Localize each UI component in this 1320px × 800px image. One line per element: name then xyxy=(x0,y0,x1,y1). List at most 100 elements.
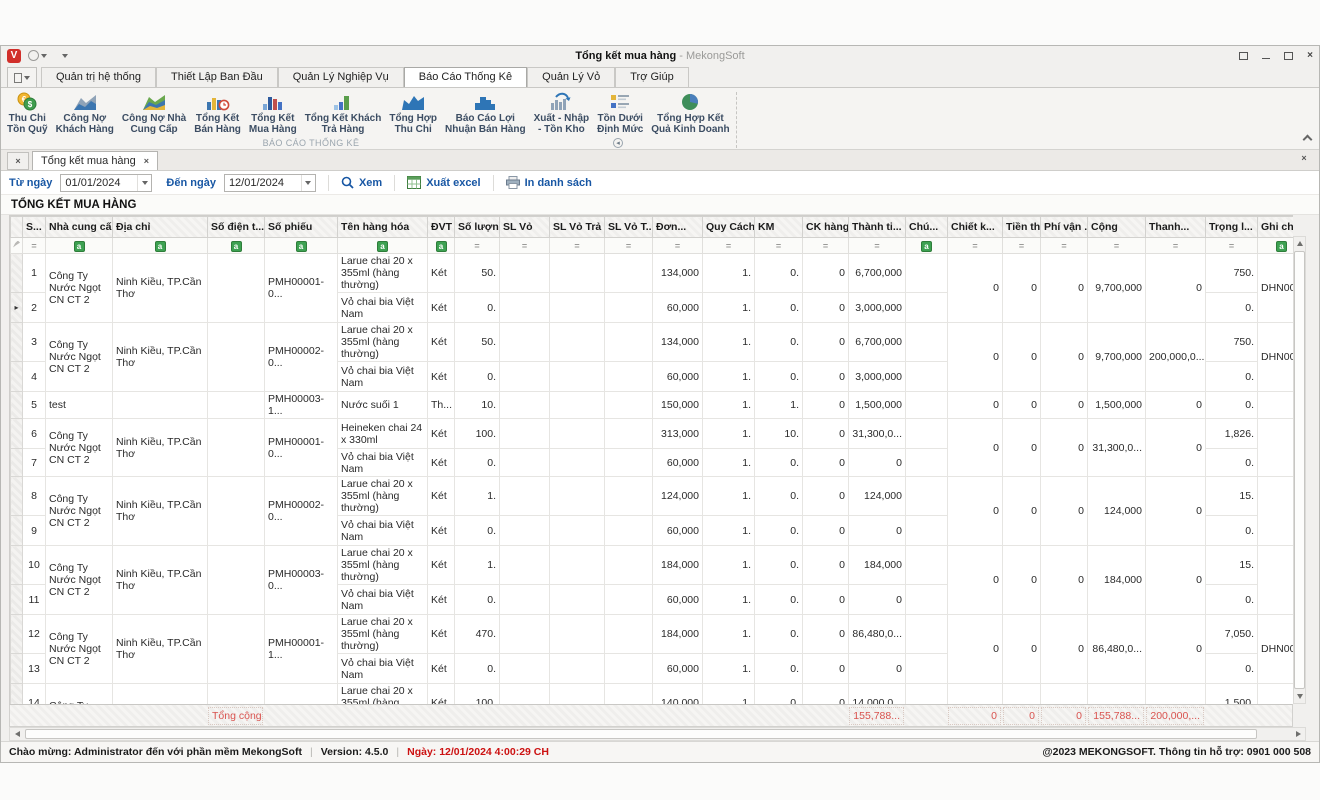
filter-cell-dvt[interactable]: a xyxy=(428,238,455,254)
tab-quan-tri-he-thong[interactable]: Quản trị hệ thống xyxy=(41,67,156,87)
minimize-button[interactable] xyxy=(1262,58,1270,59)
print-list-button[interactable]: In danh sách xyxy=(506,176,592,189)
table-row[interactable]: 14Công Ty Nước Ngọt CN CT 2Ninh Kiều, TP… xyxy=(11,684,1294,705)
table-row[interactable]: 1Công Ty Nước Ngọt CN CT 2Ninh Kiều, TP.… xyxy=(11,254,1294,293)
filter-cell-product[interactable]: a xyxy=(338,238,428,254)
column-header-slvo[interactable]: SL Vỏ xyxy=(500,217,550,238)
export-excel-button[interactable]: Xuất excel xyxy=(407,176,480,189)
document-tab-tong-ket-mua-hang[interactable]: Tổng kết mua hàng × xyxy=(32,151,158,170)
ribbon-item-bao-cao-loi-nhuan-ban-hang[interactable]: Báo Cáo LợiNhuận Bán Hàng xyxy=(441,90,530,136)
ribbon-group-options-button[interactable]: ◂ xyxy=(613,138,623,148)
quick-access-button[interactable] xyxy=(28,50,47,61)
filter-cell-price[interactable]: = xyxy=(653,238,703,254)
column-header-paid[interactable]: Thanh... xyxy=(1146,217,1206,238)
filter-cell-address[interactable]: a xyxy=(113,238,208,254)
filter-cell-qty[interactable]: = xyxy=(455,238,500,254)
tab-quan-ly-nghiep-vu[interactable]: Quản Lý Nghiệp Vụ xyxy=(278,67,404,87)
scroll-down-arrow[interactable] xyxy=(1294,690,1305,703)
column-header-phone[interactable]: Số điện t... xyxy=(208,217,265,238)
column-header-tax[interactable]: Tiền thuế xyxy=(1003,217,1041,238)
tab-tro-giup[interactable]: Trợ Giúp xyxy=(615,67,688,87)
filter-cell-cong[interactable]: = xyxy=(1088,238,1146,254)
filter-cell-phieu[interactable]: a xyxy=(265,238,338,254)
column-header-ind[interactable] xyxy=(11,217,23,238)
column-header-spec[interactable]: Quy Cách xyxy=(703,217,755,238)
table-row[interactable]: 12Công Ty Nước Ngọt CN CT 2Ninh Kiều, TP… xyxy=(11,615,1294,654)
filter-cell-phone[interactable]: a xyxy=(208,238,265,254)
filter-cell-slvo[interactable]: = xyxy=(500,238,550,254)
filter-cell-supplier[interactable]: a xyxy=(46,238,113,254)
column-header-ship[interactable]: Phí vận ... xyxy=(1041,217,1088,238)
ribbon-item-xuat-nhap-ton-kho[interactable]: Xuất - Nhập- Tồn Kho xyxy=(530,90,594,136)
filter-cell-chu[interactable]: a xyxy=(906,238,948,254)
scroll-up-arrow[interactable] xyxy=(1294,237,1305,250)
dropdown-button[interactable] xyxy=(137,175,151,191)
column-header-discount[interactable]: Chiết k... xyxy=(948,217,1003,238)
view-button[interactable]: Xem xyxy=(341,176,382,189)
close-all-tabs-button[interactable]: × xyxy=(7,152,29,170)
filter-cell-tax[interactable]: = xyxy=(1003,238,1041,254)
ribbon-item-ton-duoi-dinh-muc[interactable]: Tồn DướiĐịnh Mức xyxy=(593,90,647,136)
tab-bao-cao-thong-ke[interactable]: Báo Cáo Thống Kê xyxy=(404,67,527,87)
table-row[interactable]: 3Công Ty Nước Ngọt CN CT 2Ninh Kiều, TP.… xyxy=(11,323,1294,362)
column-header-amount[interactable]: Thành ti... xyxy=(849,217,906,238)
column-header-price[interactable]: Đơn... xyxy=(653,217,703,238)
column-header-ck[interactable]: CK hàng xyxy=(803,217,849,238)
filter-cell-slvotra[interactable]: = xyxy=(550,238,605,254)
filter-cell-amount[interactable]: = xyxy=(849,238,906,254)
ribbon-item-tong-hop-thu-chi[interactable]: Tổng HợpThu Chi xyxy=(385,90,441,136)
table-row[interactable]: 10Công Ty Nước Ngọt CN CT 2Ninh Kiều, TP… xyxy=(11,546,1294,585)
ribbon-item-tong-ket-khach-tra-hang[interactable]: Tổng Kết KháchTrả Hàng xyxy=(301,90,386,136)
column-header-stt[interactable]: S... xyxy=(23,217,46,238)
filter-cell-km[interactable]: = xyxy=(755,238,803,254)
column-header-slvot[interactable]: SL Vỏ T... xyxy=(605,217,653,238)
column-header-weight[interactable]: Trọng l... xyxy=(1206,217,1258,238)
table-row[interactable]: 5testPMH00003-1...Nước suối 1Th...10.150… xyxy=(11,392,1294,419)
ribbon-collapse-chevron[interactable] xyxy=(1303,135,1313,145)
column-header-chu[interactable]: Chú... xyxy=(906,217,948,238)
column-header-product[interactable]: Tên hàng hóa xyxy=(338,217,428,238)
filter-cell-discount[interactable]: = xyxy=(948,238,1003,254)
column-header-note[interactable]: Ghi chú xyxy=(1258,217,1294,238)
vertical-scroll-thumb[interactable] xyxy=(1294,251,1305,689)
column-header-supplier[interactable]: Nhà cung cấp xyxy=(46,217,113,238)
column-header-address[interactable]: Địa chỉ xyxy=(113,217,208,238)
filter-cell-spec[interactable]: = xyxy=(703,238,755,254)
ribbon-item-cong-no-nha-cung-cap[interactable]: Công Nợ NhàCung Cấp xyxy=(118,90,190,136)
filter-cell-paid[interactable]: = xyxy=(1146,238,1206,254)
tab-thiet-lap-ban-dau[interactable]: Thiết Lập Ban Đầu xyxy=(156,67,278,87)
filter-cell-ck[interactable]: = xyxy=(803,238,849,254)
ribbon-item-cong-no-khach-hang[interactable]: Công NợKhách Hàng xyxy=(52,90,118,136)
ribbon-item-tong-hop-ket-qua-kinh-doanh[interactable]: Tổng Hợp KếtQuả Kinh Doanh xyxy=(647,90,733,136)
ribbon-item-tong-ket-ban-hang[interactable]: Tổng KếtBán Hàng xyxy=(190,90,245,136)
column-header-dvt[interactable]: ĐVT xyxy=(428,217,455,238)
filter-cell-stt[interactable]: = xyxy=(23,238,46,254)
tab-quan-ly-vo[interactable]: Quản Lý Vỏ xyxy=(527,67,615,87)
ribbon-item-thu-chi-ton-quy[interactable]: €$ Thu ChiTồn Quỹ xyxy=(3,90,52,136)
horizontal-scrollbar[interactable] xyxy=(9,727,1306,741)
filter-cell-note[interactable]: a xyxy=(1258,238,1294,254)
ribbon-launcher-button[interactable] xyxy=(7,67,37,87)
restore-button[interactable] xyxy=(1284,52,1293,60)
column-header-slvotra[interactable]: SL Vỏ Trả xyxy=(550,217,605,238)
horizontal-scroll-thumb[interactable] xyxy=(25,729,1257,739)
column-header-phieu[interactable]: Số phiếu xyxy=(265,217,338,238)
column-header-cong[interactable]: Cộng xyxy=(1088,217,1146,238)
filter-cell-ship[interactable]: = xyxy=(1041,238,1088,254)
column-header-km[interactable]: KM xyxy=(755,217,803,238)
ribbon-item-tong-ket-mua-hang[interactable]: Tổng KếtMua Hàng xyxy=(245,90,301,136)
scroll-left-arrow[interactable] xyxy=(10,728,24,740)
table-row[interactable]: 8Công Ty Nước Ngọt CN CT 2Ninh Kiều, TP.… xyxy=(11,477,1294,516)
to-date-picker[interactable]: 12/01/2024 xyxy=(224,174,316,192)
filter-cell-slvot[interactable]: = xyxy=(605,238,653,254)
from-date-picker[interactable]: 01/01/2024 xyxy=(60,174,152,192)
toolbar-options-dropdown[interactable] xyxy=(62,54,68,58)
column-header-qty[interactable]: Số lượng xyxy=(455,217,500,238)
close-document-button[interactable]: × xyxy=(1293,150,1315,168)
close-tab-icon[interactable]: × xyxy=(144,156,149,166)
scroll-right-arrow[interactable] xyxy=(1291,728,1305,740)
filter-cell-weight[interactable]: = xyxy=(1206,238,1258,254)
close-button[interactable]: × xyxy=(1307,51,1313,61)
table-row[interactable]: 6Công Ty Nước Ngọt CN CT 2Ninh Kiều, TP.… xyxy=(11,419,1294,449)
vertical-scrollbar[interactable] xyxy=(1293,236,1306,704)
